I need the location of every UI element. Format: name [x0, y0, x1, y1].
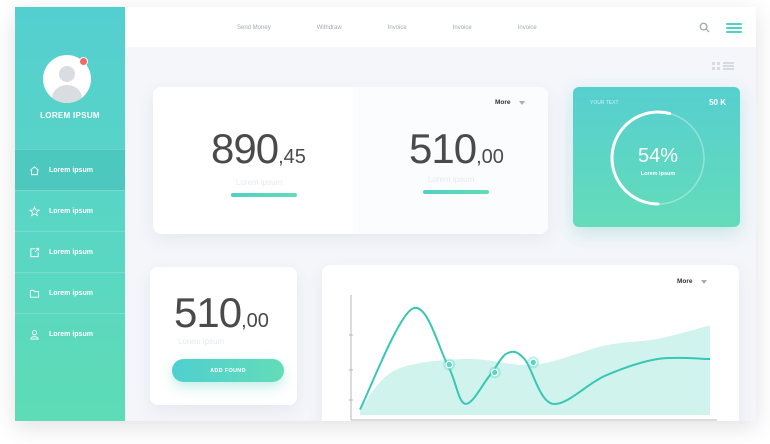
chevron-down-icon: [518, 100, 525, 105]
sidebar-item-favorites[interactable]: Lorem ipsum: [15, 190, 125, 231]
stat-bar: [231, 193, 297, 197]
stat-bar: [423, 190, 489, 194]
home-icon: [29, 165, 40, 176]
topnav-invoice[interactable]: Invoice: [518, 25, 537, 31]
topnav-invoice[interactable]: Invoice: [453, 25, 472, 31]
sidebar-item-profile[interactable]: Lorem ipsum: [15, 313, 125, 354]
sidebar-item-label: Lorem ipsum: [49, 330, 93, 338]
stat-block-right: More 510,00 Lorem ipsum: [353, 87, 548, 234]
stat-block-left: 890,45 Lorem ipsum: [153, 87, 350, 234]
add-found-button[interactable]: ADD FOUND: [172, 359, 284, 382]
sidebar-item-label: Lorem ipsum: [49, 207, 93, 215]
top-nav: Send Money Withdraw Invoice Invoice Invo…: [237, 25, 583, 31]
progress-card: YOUR TEXT 50 K 54% Lorem ipsum: [573, 87, 740, 227]
progress-card-value: 50 K: [709, 98, 726, 107]
avatar-body: [52, 85, 82, 103]
data-point[interactable]: [490, 368, 499, 377]
sidebar-nav: Lorem ipsum Lorem ipsum Lorem ipsum Lore…: [15, 149, 125, 354]
sidebar: LOREM IPSUM Lorem ipsum Lorem ipsum Lore…: [15, 7, 125, 421]
more-dropdown[interactable]: More: [495, 99, 525, 106]
top-bar: Send Money Withdraw Invoice Invoice Invo…: [125, 7, 756, 47]
app-window: LOREM IPSUM Lorem ipsum Lorem ipsum Lore…: [15, 7, 756, 421]
topnav-send-money[interactable]: Send Money: [237, 25, 271, 31]
progress-percent: 54%: [637, 145, 679, 167]
stat-caption: Lorem ipsum: [236, 178, 283, 187]
view-toggle: [712, 62, 734, 70]
balance-card: 510,00 Lorem ipsum ADD FOUND: [150, 267, 297, 405]
export-icon: [29, 247, 40, 258]
notification-badge: [79, 57, 88, 66]
grid-view-icon[interactable]: [712, 62, 720, 70]
stat-value: 510,00: [409, 125, 504, 172]
stats-card: 890,45 Lorem ipsum More 510,00 Lorem ips…: [153, 87, 548, 234]
stat-value: 890,45: [211, 125, 306, 172]
progress-card-title: YOUR TEXT: [590, 100, 619, 106]
list-view-icon[interactable]: [723, 62, 734, 70]
balance-value: 510,00: [174, 289, 269, 336]
sidebar-item-export[interactable]: Lorem ipsum: [15, 231, 125, 272]
topnav-withdraw[interactable]: Withdraw: [317, 25, 342, 31]
chart-card: More: [322, 265, 739, 421]
profile-name: LOREM IPSUM: [40, 111, 100, 120]
star-icon: [29, 205, 40, 217]
sidebar-item-home[interactable]: Lorem ipsum: [15, 149, 125, 190]
sidebar-item-folder[interactable]: Lorem ipsum: [15, 272, 125, 313]
line-chart: [349, 295, 717, 421]
area-series: [360, 325, 710, 415]
user-icon: [29, 329, 40, 340]
stat-caption: Lorem ipsum: [428, 175, 475, 184]
sidebar-item-label: Lorem ipsum: [49, 166, 93, 174]
progress-label: Lorem ipsum: [640, 171, 676, 177]
avatar-head: [59, 66, 75, 82]
folder-icon: [29, 288, 40, 299]
search-icon[interactable]: [699, 22, 710, 33]
hamburger-menu-icon[interactable]: [726, 23, 742, 33]
topnav-invoice[interactable]: Invoice: [388, 25, 407, 31]
data-point[interactable]: [445, 360, 454, 369]
sidebar-item-label: Lorem ipsum: [49, 248, 93, 256]
balance-caption: Lorem ipsum: [178, 337, 225, 346]
data-point[interactable]: [529, 358, 538, 367]
sidebar-item-label: Lorem ipsum: [49, 289, 93, 297]
